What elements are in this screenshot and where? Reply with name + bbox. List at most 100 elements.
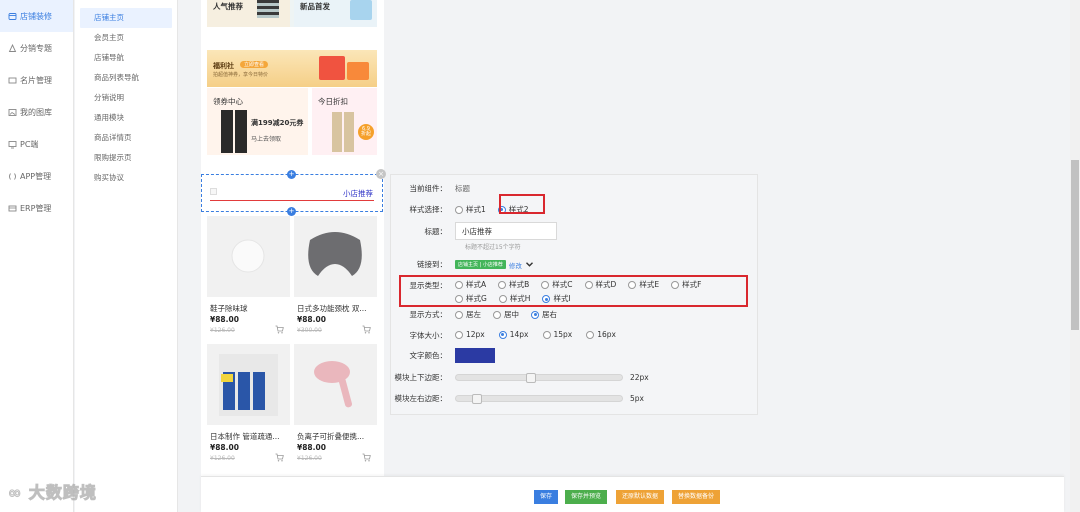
radio-option[interactable]: 12px <box>455 330 485 339</box>
chevron-down-icon[interactable] <box>525 260 533 269</box>
block-checkbox[interactable] <box>210 188 217 195</box>
submenu-item[interactable]: 购买协议 <box>80 168 172 188</box>
banner-popular[interactable]: 人气推荐 <box>207 0 290 27</box>
sidebar-item[interactable]: 名片管理 <box>0 64 73 96</box>
title-input[interactable] <box>455 222 557 240</box>
radio-circle[interactable] <box>498 330 507 339</box>
welfare-subtitle: 拍超值神券，享今日特价 <box>213 72 269 78</box>
radio-option[interactable]: 居右 <box>531 309 557 320</box>
selected-title-text: 小店推荐 <box>343 189 373 198</box>
submenu-item[interactable]: 分销说明 <box>80 88 172 108</box>
close-icon[interactable]: × <box>376 169 386 179</box>
submenu-item[interactable]: 限购提示页 <box>80 148 172 168</box>
product-name: 日本制作 管道疏通... <box>210 432 280 441</box>
product-card[interactable]: 鞋子除味球 ¥88.00 ¥126.00 <box>207 216 290 340</box>
coupon-card[interactable]: 领券中心 满199减20元券 马上去领取 <box>207 88 308 155</box>
add-above-icon[interactable]: + <box>287 170 296 179</box>
current-component-value: 标题 <box>455 184 470 193</box>
submenu-item[interactable]: 通用模块 <box>80 108 172 128</box>
product-image <box>207 216 290 297</box>
submenu-item[interactable]: 店铺导航 <box>80 48 172 68</box>
scrollbar[interactable] <box>1070 0 1080 512</box>
app-icon <box>8 172 17 181</box>
sidebar-item[interactable]: 我的图库 <box>0 96 73 128</box>
radio-option[interactable]: 样式1 <box>455 204 486 215</box>
vertical-padding-slider[interactable] <box>455 373 623 383</box>
submenu-item[interactable]: 商品列表导航 <box>80 68 172 88</box>
radio-circle[interactable] <box>531 310 539 319</box>
radio-circle[interactable] <box>455 310 463 319</box>
submenu-item[interactable]: 商品详情页 <box>80 128 172 148</box>
sidebar-item[interactable]: 分销专题 <box>0 32 73 64</box>
product-image <box>350 0 372 20</box>
pants-image <box>332 112 354 152</box>
product-name: 鞋子除味球 <box>210 304 248 313</box>
cart-icon[interactable] <box>275 453 284 462</box>
product-card[interactable]: 日本制作 管道疏通... ¥88.00 ¥126.00 <box>207 344 290 468</box>
sidebar-item[interactable]: 店铺装修 <box>0 0 73 32</box>
product-image <box>294 216 377 297</box>
sidebar-item[interactable]: APP管理 <box>0 160 73 192</box>
radio-option[interactable]: 16px <box>586 330 616 339</box>
text-color-row: 文字颜色： <box>391 348 759 363</box>
restore-default-button[interactable]: 还原默认数据 <box>616 490 665 504</box>
welfare-title: 福利社 <box>213 62 234 70</box>
radio-label: 12px <box>466 330 485 340</box>
radio-circle[interactable] <box>455 330 463 339</box>
radio-circle[interactable] <box>542 330 551 339</box>
product-card[interactable]: 负离子可折叠便携... ¥88.00 ¥126.00 <box>294 344 377 468</box>
vertical-padding-label: 模块上下边距： <box>394 373 448 382</box>
image-icon <box>8 108 17 117</box>
text-color-picker[interactable] <box>455 348 495 363</box>
product-image <box>257 0 279 18</box>
bottom-action-bar: 保存 保存并预览 还原默认数据 替换数据备份 <box>201 476 1064 512</box>
radio-option[interactable]: 14px <box>498 330 529 339</box>
cart-icon[interactable] <box>275 325 284 334</box>
slider-handle[interactable] <box>525 373 536 383</box>
product-image <box>207 344 290 425</box>
submenu-item[interactable]: 会员主页 <box>80 28 172 48</box>
product-old-price: ¥126.00 <box>210 327 235 334</box>
title-hint: 标题不超过15个字符 <box>465 244 521 251</box>
radio-circle[interactable] <box>493 310 501 319</box>
add-below-icon[interactable]: + <box>287 207 296 216</box>
submenu-item[interactable]: 店铺主页 <box>80 8 172 28</box>
slider-handle[interactable] <box>471 394 482 404</box>
top-banner[interactable]: 人气推荐 新品首发 <box>207 0 377 27</box>
product-old-price: ¥300.00 <box>297 327 322 334</box>
welfare-banner[interactable]: 福利社 立即查看 拍超值神券，享今日特价 <box>207 50 377 87</box>
horizontal-padding-label: 模块左右边距： <box>394 394 448 403</box>
scrollbar-thumb[interactable] <box>1071 160 1079 330</box>
font-size-label: 字体大小： <box>409 331 448 340</box>
radio-label: 居左 <box>466 310 481 319</box>
current-component-label: 当前组件： <box>409 184 448 193</box>
radio-option[interactable]: 居左 <box>455 309 481 320</box>
discount-card[interactable]: 今日折扣 6.9 折起 <box>312 88 377 155</box>
pants-image <box>221 110 247 153</box>
radio-option[interactable]: 15px <box>542 330 572 339</box>
cart-icon[interactable] <box>362 325 371 334</box>
save-button[interactable]: 保存 <box>534 490 559 504</box>
link-edit[interactable]: 修改 <box>509 260 522 270</box>
primary-nav: 店铺装修 分销专题名片管理我的图库 PC端 APP管理 ERP管理 <box>0 0 74 512</box>
sidebar-item[interactable]: PC端 <box>0 128 73 160</box>
radio-label: 居右 <box>542 310 557 319</box>
product-name: 负离子可折叠便携... <box>297 432 365 441</box>
radio-option[interactable]: 居中 <box>493 309 519 320</box>
banner-new[interactable]: 新品首发 <box>294 0 377 27</box>
horizontal-padding-slider[interactable] <box>455 394 623 404</box>
cart-icon[interactable] <box>362 453 371 462</box>
sidebar-item-label: 名片管理 <box>20 75 52 85</box>
radio-circle[interactable] <box>455 205 463 214</box>
save-preview-button[interactable]: 保存并预览 <box>565 490 608 504</box>
replace-backup-button[interactable]: 替换数据备份 <box>672 490 721 504</box>
coupon-title: 领券中心 <box>213 97 243 106</box>
product-price: ¥88.00 <box>297 443 326 452</box>
product-old-price: ¥126.00 <box>210 455 235 462</box>
product-price: ¥88.00 <box>210 315 239 324</box>
radio-circle[interactable] <box>586 330 595 339</box>
link-row: 链接到： 店铺主页 | 小店推荐 修改 <box>391 259 759 270</box>
watermark: ∞ 大数跨境 <box>8 483 97 503</box>
product-card[interactable]: 日式多功能颈枕 双... ¥88.00 ¥300.00 <box>294 216 377 340</box>
sidebar-item[interactable]: ERP管理 <box>0 192 73 224</box>
